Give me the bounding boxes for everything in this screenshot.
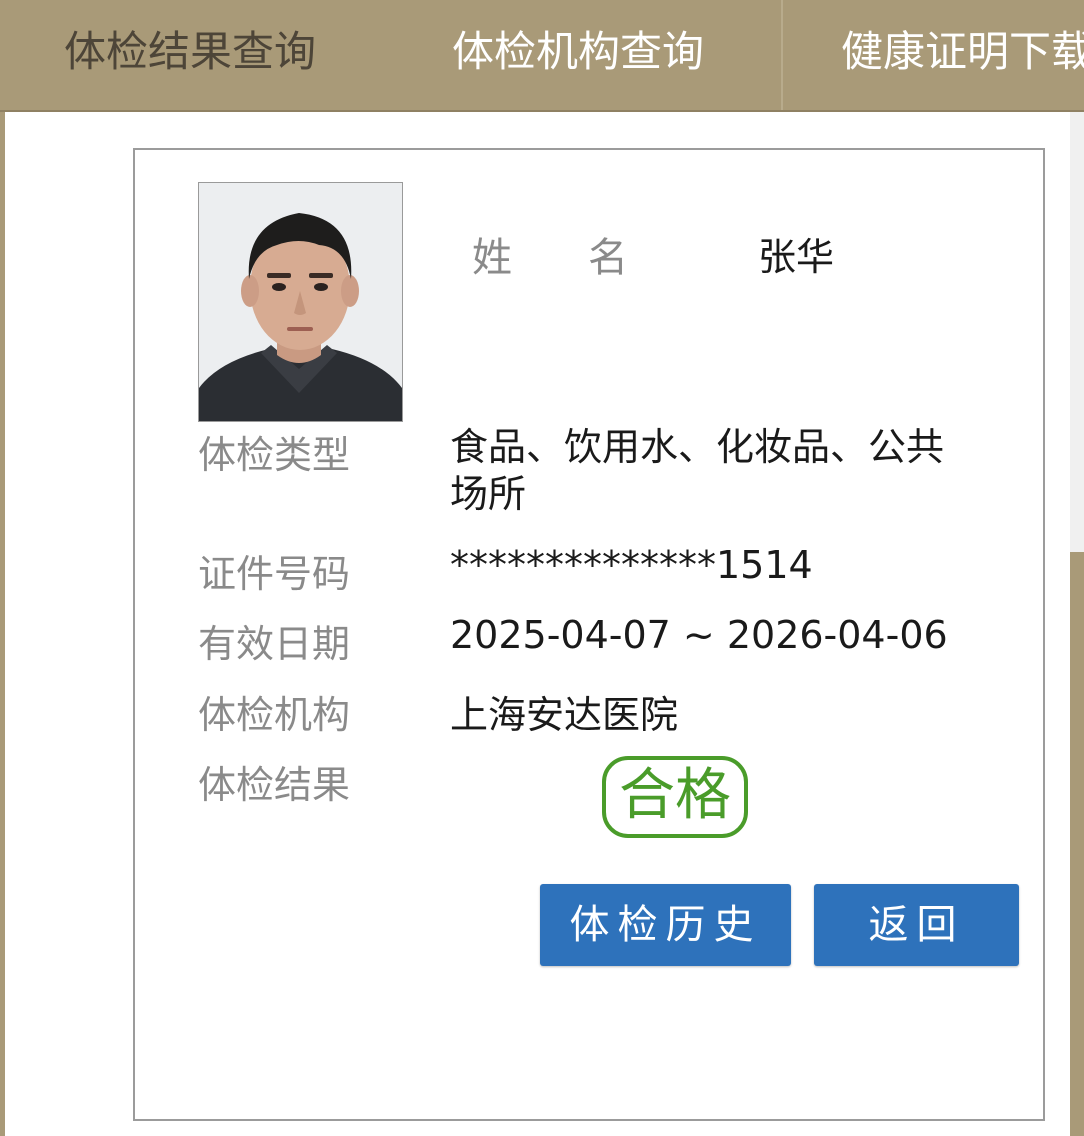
exam-result-label: 体检结果 bbox=[198, 763, 351, 807]
valid-period-label: 有效日期 bbox=[198, 622, 351, 666]
institution-label: 体检机构 bbox=[198, 693, 351, 737]
valid-period-value: 2025-04-07 ~ 2026-04-06 bbox=[450, 613, 948, 657]
institution-value: 上海安达医院 bbox=[450, 693, 679, 737]
top-nav: 体检结果查询 体检机构查询 健康证明下载 bbox=[0, 0, 1084, 112]
tab-health-certificate-download[interactable]: 健康证明下载 bbox=[841, 0, 1084, 110]
id-number-label: 证件号码 bbox=[198, 552, 351, 596]
exam-type-label: 体检类型 bbox=[198, 433, 351, 477]
tab-exam-institution-query[interactable]: 体检机构查询 bbox=[452, 0, 704, 110]
tab-exam-result-query[interactable]: 体检结果查询 bbox=[64, 0, 316, 110]
name-label: 姓名 bbox=[472, 235, 704, 281]
scrollbar-track[interactable] bbox=[1070, 112, 1084, 552]
nav-divider bbox=[781, 0, 783, 110]
id-number-value: **************1514 bbox=[450, 543, 813, 587]
exam-history-button[interactable]: 体检历史 bbox=[540, 884, 791, 966]
exam-type-value: 食品、饮用水、化妆品、公共场所 bbox=[450, 425, 945, 516]
back-button[interactable]: 返回 bbox=[814, 884, 1019, 966]
name-value: 张华 bbox=[758, 235, 835, 279]
pass-stamp-badge: 合格 bbox=[602, 756, 748, 838]
id-photo bbox=[198, 182, 403, 422]
portrait-image bbox=[199, 183, 402, 421]
